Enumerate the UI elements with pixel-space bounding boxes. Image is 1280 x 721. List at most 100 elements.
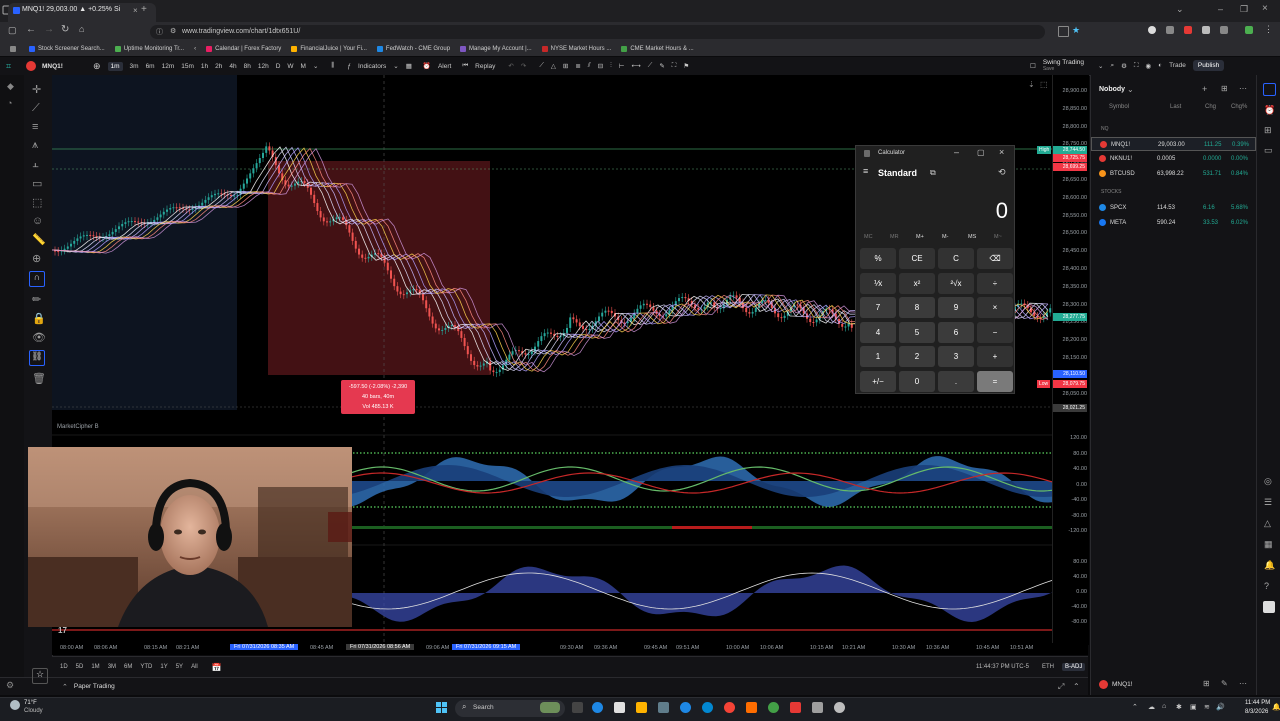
calc-key[interactable]: 8: [899, 297, 935, 318]
range-button[interactable]: 5D: [76, 664, 84, 670]
fullscreen-icon[interactable]: ⛶: [1134, 62, 1139, 70]
browser-menu-icon[interactable]: ⋮: [1264, 24, 1273, 35]
chart-type-icon[interactable]: ⫼: [331, 62, 334, 70]
network-icon[interactable]: ⌂: [1162, 703, 1166, 710]
interval-dropdown-icon[interactable]: ⌄: [313, 62, 318, 70]
calc-key[interactable]: 0: [899, 370, 935, 392]
calc-key[interactable]: 5: [899, 321, 935, 343]
stay-drawing-icon[interactable]: ✏: [32, 293, 52, 306]
calc-key[interactable]: =: [977, 370, 1013, 392]
calc-key[interactable]: ⅟x: [860, 272, 896, 294]
ideas-icon[interactable]: ◎: [1264, 476, 1280, 487]
calc-key[interactable]: 7: [860, 297, 896, 318]
calculator-taskbar-icon[interactable]: [658, 702, 669, 713]
app-icon[interactable]: [790, 702, 801, 713]
bookmark-item[interactable]: Manage My Account |...: [460, 46, 532, 52]
zoom-icon[interactable]: ⊕: [32, 252, 52, 265]
hotlist-icon[interactable]: [1263, 601, 1275, 613]
crosshair-tool-icon[interactable]: ✛: [32, 83, 52, 96]
history-icon[interactable]: ⟲: [998, 167, 1006, 178]
xbox-icon[interactable]: [768, 702, 779, 713]
col-header-chg[interactable]: Chg: [1205, 104, 1216, 110]
favorites-icon[interactable]: ◆: [7, 81, 24, 92]
price-axis[interactable]: 28,900.0028,850.0028,800.0028,750.0028,7…: [1037, 75, 1089, 645]
news-icon[interactable]: ☰: [1264, 497, 1280, 508]
avatar[interactable]: [26, 61, 36, 71]
brush-tool-icon[interactable]: ✎: [659, 62, 664, 70]
interval-button[interactable]: 2h: [215, 63, 222, 70]
indicators-icon[interactable]: ƒ: [347, 63, 351, 70]
onedrive-icon[interactable]: ☁: [1148, 703, 1155, 711]
grid-tool-icon[interactable]: ⊞: [563, 62, 568, 70]
scroll-down-icon[interactable]: ⇣: [1028, 80, 1035, 89]
interval-button[interactable]: W: [287, 63, 293, 70]
calendar-icon[interactable]: ▦: [1264, 539, 1280, 550]
settings-gear-icon[interactable]: ⚙: [6, 680, 14, 691]
data-window-icon[interactable]: ⊞: [1264, 125, 1280, 136]
alerts-icon[interactable]: ⏰: [1264, 105, 1280, 116]
session-label[interactable]: ETH: [1042, 664, 1054, 670]
calc-key[interactable]: −: [977, 321, 1013, 343]
symbol-search-button[interactable]: MNQ1!: [42, 63, 63, 70]
app-icon[interactable]: [812, 702, 823, 713]
adjustment-toggle[interactable]: B-ADJ: [1062, 663, 1086, 671]
extension-icon[interactable]: [1148, 26, 1156, 34]
section-header[interactable]: STOCKS: [1101, 189, 1121, 195]
gann-icon[interactable]: ⫠: [32, 158, 52, 171]
calc-key[interactable]: %: [860, 248, 896, 269]
file-explorer-icon[interactable]: [636, 702, 647, 713]
calc-key[interactable]: 6: [938, 321, 974, 343]
range-button[interactable]: 1M: [91, 664, 99, 670]
tab-search-icon[interactable]: ⌄: [1176, 4, 1184, 15]
bookmark-item[interactable]: CME Market Hours & ...: [621, 46, 694, 52]
interval-button[interactable]: 3m: [130, 63, 139, 70]
calc-key[interactable]: ×: [977, 297, 1013, 318]
sidebar-toggle-icon[interactable]: ▢: [8, 25, 17, 36]
bookmark-item[interactable]: FedWatch - CME Group: [376, 46, 450, 52]
interval-button-active[interactable]: 1m: [107, 61, 123, 71]
indicator-templates-icon[interactable]: ⌄: [393, 62, 398, 70]
redo-icon[interactable]: ↷: [521, 62, 526, 70]
watchlist-row[interactable]: MNQ1! 29,003.00 111.25 0.39%: [1091, 137, 1256, 151]
keep-on-top-icon[interactable]: ⧉: [930, 168, 936, 178]
flag-tool-icon[interactable]: ⚑: [683, 62, 689, 70]
new-tab-icon[interactable]: +: [141, 4, 147, 15]
range-button[interactable]: All: [191, 664, 198, 670]
tray-time[interactable]: 11:44 PM: [1245, 700, 1270, 706]
pitchfork-tool-icon[interactable]: △: [551, 62, 556, 70]
calc-minimize-icon[interactable]: –: [954, 147, 959, 157]
text-tool-icon[interactable]: ⬚: [32, 196, 52, 209]
alert-button[interactable]: Alert: [438, 63, 451, 70]
interval-button[interactable]: M: [301, 63, 306, 70]
watchlist-row[interactable]: NKNU1! 0.0005 0.0000 0.00%: [1091, 152, 1256, 166]
magnet-icon[interactable]: ∩: [29, 271, 45, 287]
notification-bell-icon[interactable]: 🔔: [1272, 703, 1280, 711]
history-icon[interactable]: ◔: [7, 98, 24, 108]
pattern-icon[interactable]: ☺: [32, 215, 52, 227]
interval-button[interactable]: 8h: [244, 63, 251, 70]
eye-icon[interactable]: 👁: [32, 331, 52, 344]
bookmark-item[interactable]: FinancialJuice | Your Fi...: [291, 46, 367, 52]
channel-tool-icon[interactable]: ⫽: [588, 62, 591, 70]
frame-tool-icon[interactable]: ⛶: [672, 62, 677, 70]
memory-button[interactable]: M~: [994, 234, 1002, 240]
fib-tool-icon[interactable]: ≣: [575, 62, 580, 70]
edge-icon[interactable]: [702, 702, 713, 713]
interval-button[interactable]: 12m: [162, 63, 175, 70]
fib-retracement-icon[interactable]: ≡: [32, 121, 52, 133]
profile-icon[interactable]: [1245, 26, 1253, 34]
maximize-icon[interactable]: ❐: [1240, 4, 1248, 15]
weather-temp[interactable]: 71°F: [24, 700, 37, 706]
watchlist-dropdown-icon[interactable]: ⌄: [1127, 85, 1134, 94]
calc-key[interactable]: 9: [938, 297, 974, 318]
trash-icon[interactable]: 🗑: [32, 372, 52, 385]
templates-icon[interactable]: ▦: [406, 62, 412, 70]
calc-nav-menu-icon[interactable]: ≡: [863, 166, 868, 176]
calc-key[interactable]: ÷: [977, 272, 1013, 294]
pitchfork-icon[interactable]: ⩚: [32, 139, 52, 152]
bookmark-item[interactable]: Calendar | Forex Factory: [206, 46, 281, 52]
bookmark-item[interactable]: Uptime Monitoring Tr...: [114, 46, 184, 52]
range-button[interactable]: YTD: [140, 664, 152, 670]
app-tray-icon[interactable]: ▣: [1190, 703, 1197, 711]
bookmark-item[interactable]: Stock Screener Search...: [29, 46, 105, 52]
